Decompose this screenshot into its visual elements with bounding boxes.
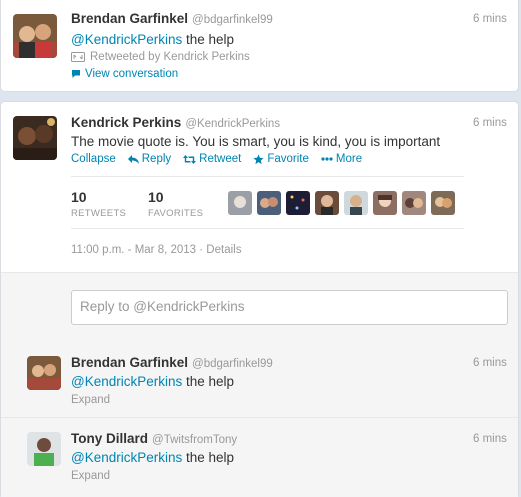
avatar[interactable] bbox=[286, 191, 310, 215]
favoriters-avatars bbox=[228, 191, 455, 215]
avatar[interactable] bbox=[27, 356, 61, 390]
retweets-stat[interactable]: 10 RETWEETS bbox=[71, 189, 126, 219]
retweet-button[interactable]: Retweet bbox=[183, 153, 241, 165]
tweet-card-kendrick[interactable]: Kendrick Perkins @KendrickPerkins 6 mins … bbox=[0, 101, 519, 497]
retweet-icon bbox=[71, 52, 85, 62]
more-button[interactable]: More bbox=[321, 153, 362, 165]
favorite-button[interactable]: Favorite bbox=[253, 153, 309, 165]
tweet-text-rest: the help bbox=[182, 32, 235, 47]
expand-link[interactable]: Expand bbox=[71, 394, 110, 406]
avatar[interactable] bbox=[228, 191, 252, 215]
avatar[interactable] bbox=[257, 191, 281, 215]
view-conversation-link[interactable]: View conversation bbox=[71, 68, 178, 80]
stats-divider-top bbox=[71, 176, 464, 177]
mention-link[interactable]: @KendrickPerkins bbox=[71, 450, 182, 465]
expand-link[interactable]: Expand bbox=[71, 470, 110, 482]
reply-text: @KendrickPerkins the help bbox=[71, 374, 234, 389]
reply-author-name[interactable]: Tony Dillard @TwitsfromTony bbox=[71, 431, 237, 446]
reply-section: Reply to @KendrickPerkins bbox=[1, 272, 518, 343]
retweet-icon bbox=[183, 154, 197, 164]
author-handle[interactable]: @KendrickPerkins bbox=[185, 118, 280, 130]
author-name[interactable]: Kendrick Perkins @KendrickPerkins bbox=[71, 115, 280, 130]
tweet-timestamp: 11:00 p.m. - Mar 8, 2013 · Details bbox=[71, 244, 241, 256]
view-conversation-text[interactable]: View conversation bbox=[85, 68, 178, 80]
list-item[interactable]: Tony Dillard @TwitsfromTony 6 mins @Kendr… bbox=[1, 418, 518, 497]
avatar[interactable] bbox=[402, 191, 426, 215]
mention-link[interactable]: @KendrickPerkins bbox=[71, 374, 182, 389]
reply-author-handle[interactable]: @TwitsfromTony bbox=[152, 434, 237, 446]
favorites-count[interactable]: 10 bbox=[148, 189, 203, 205]
reply-time[interactable]: 6 mins bbox=[473, 433, 507, 445]
tweet-actions: Collapse Reply Retweet Favorite More bbox=[71, 153, 362, 165]
details-link[interactable]: · Details bbox=[199, 244, 241, 256]
timestamp-text[interactable]: 11:00 p.m. - Mar 8, 2013 bbox=[71, 244, 196, 256]
tweet-text: The movie quote is. You is smart, you is… bbox=[71, 134, 441, 149]
avatar[interactable] bbox=[431, 191, 455, 215]
reply-author-name-text[interactable]: Tony Dillard bbox=[71, 431, 148, 446]
speech-bubble-icon bbox=[72, 70, 80, 78]
avatar[interactable] bbox=[344, 191, 368, 215]
favorites-label: FAVORITES bbox=[148, 208, 204, 219]
reply-author-name-text[interactable]: Brendan Garfinkel bbox=[71, 355, 188, 370]
list-item[interactable]: Brendan Garfinkel @bdgarfinkel99 6 mins @… bbox=[1, 342, 518, 418]
avatar[interactable] bbox=[27, 432, 61, 466]
more-dots-icon bbox=[321, 157, 333, 161]
retweets-label: RETWEETS bbox=[71, 208, 127, 219]
reply-button[interactable]: Reply bbox=[127, 153, 171, 165]
tweet-time[interactable]: 6 mins bbox=[473, 117, 507, 129]
more-label[interactable]: More bbox=[336, 153, 362, 165]
reply-label[interactable]: Reply bbox=[142, 153, 171, 165]
retweeted-by-text[interactable]: Retweeted by Kendrick Perkins bbox=[90, 51, 250, 63]
reply-text: @KendrickPerkins the help bbox=[71, 450, 234, 465]
retweets-count[interactable]: 10 bbox=[71, 189, 126, 205]
reply-input[interactable]: Reply to @KendrickPerkins bbox=[71, 290, 508, 325]
author-name-text[interactable]: Brendan Garfinkel bbox=[71, 11, 188, 26]
author-name-text[interactable]: Kendrick Perkins bbox=[71, 115, 181, 130]
stats-divider-bottom bbox=[71, 228, 464, 229]
reply-icon bbox=[127, 154, 139, 164]
tweet-text: @KendrickPerkins the help bbox=[71, 32, 234, 47]
reply-text-rest: the help bbox=[182, 374, 235, 389]
retweet-label[interactable]: Retweet bbox=[199, 153, 241, 165]
tweet-time[interactable]: 6 mins bbox=[473, 13, 507, 25]
reply-author-name[interactable]: Brendan Garfinkel @bdgarfinkel99 bbox=[71, 355, 273, 370]
favorite-label[interactable]: Favorite bbox=[267, 153, 309, 165]
mention-link[interactable]: @KendrickPerkins bbox=[71, 32, 182, 47]
favorites-stat[interactable]: 10 FAVORITES bbox=[148, 189, 203, 219]
avatar[interactable] bbox=[13, 116, 57, 160]
avatar[interactable] bbox=[13, 14, 57, 58]
avatar[interactable] bbox=[315, 191, 339, 215]
reply-author-handle[interactable]: @bdgarfinkel99 bbox=[192, 358, 273, 370]
avatar[interactable] bbox=[373, 191, 397, 215]
author-name[interactable]: Brendan Garfinkel @bdgarfinkel99 bbox=[71, 11, 273, 26]
collapse-button[interactable]: Collapse bbox=[71, 153, 116, 165]
retweeted-by: Retweeted by Kendrick Perkins bbox=[71, 51, 250, 63]
reply-time[interactable]: 6 mins bbox=[473, 357, 507, 369]
collapse-label[interactable]: Collapse bbox=[71, 153, 116, 165]
reply-text-rest: the help bbox=[182, 450, 235, 465]
author-handle[interactable]: @bdgarfinkel99 bbox=[192, 14, 273, 26]
star-icon bbox=[253, 153, 264, 164]
tweet-card-brendan[interactable]: Brendan Garfinkel @bdgarfinkel99 6 mins @… bbox=[0, 0, 519, 92]
